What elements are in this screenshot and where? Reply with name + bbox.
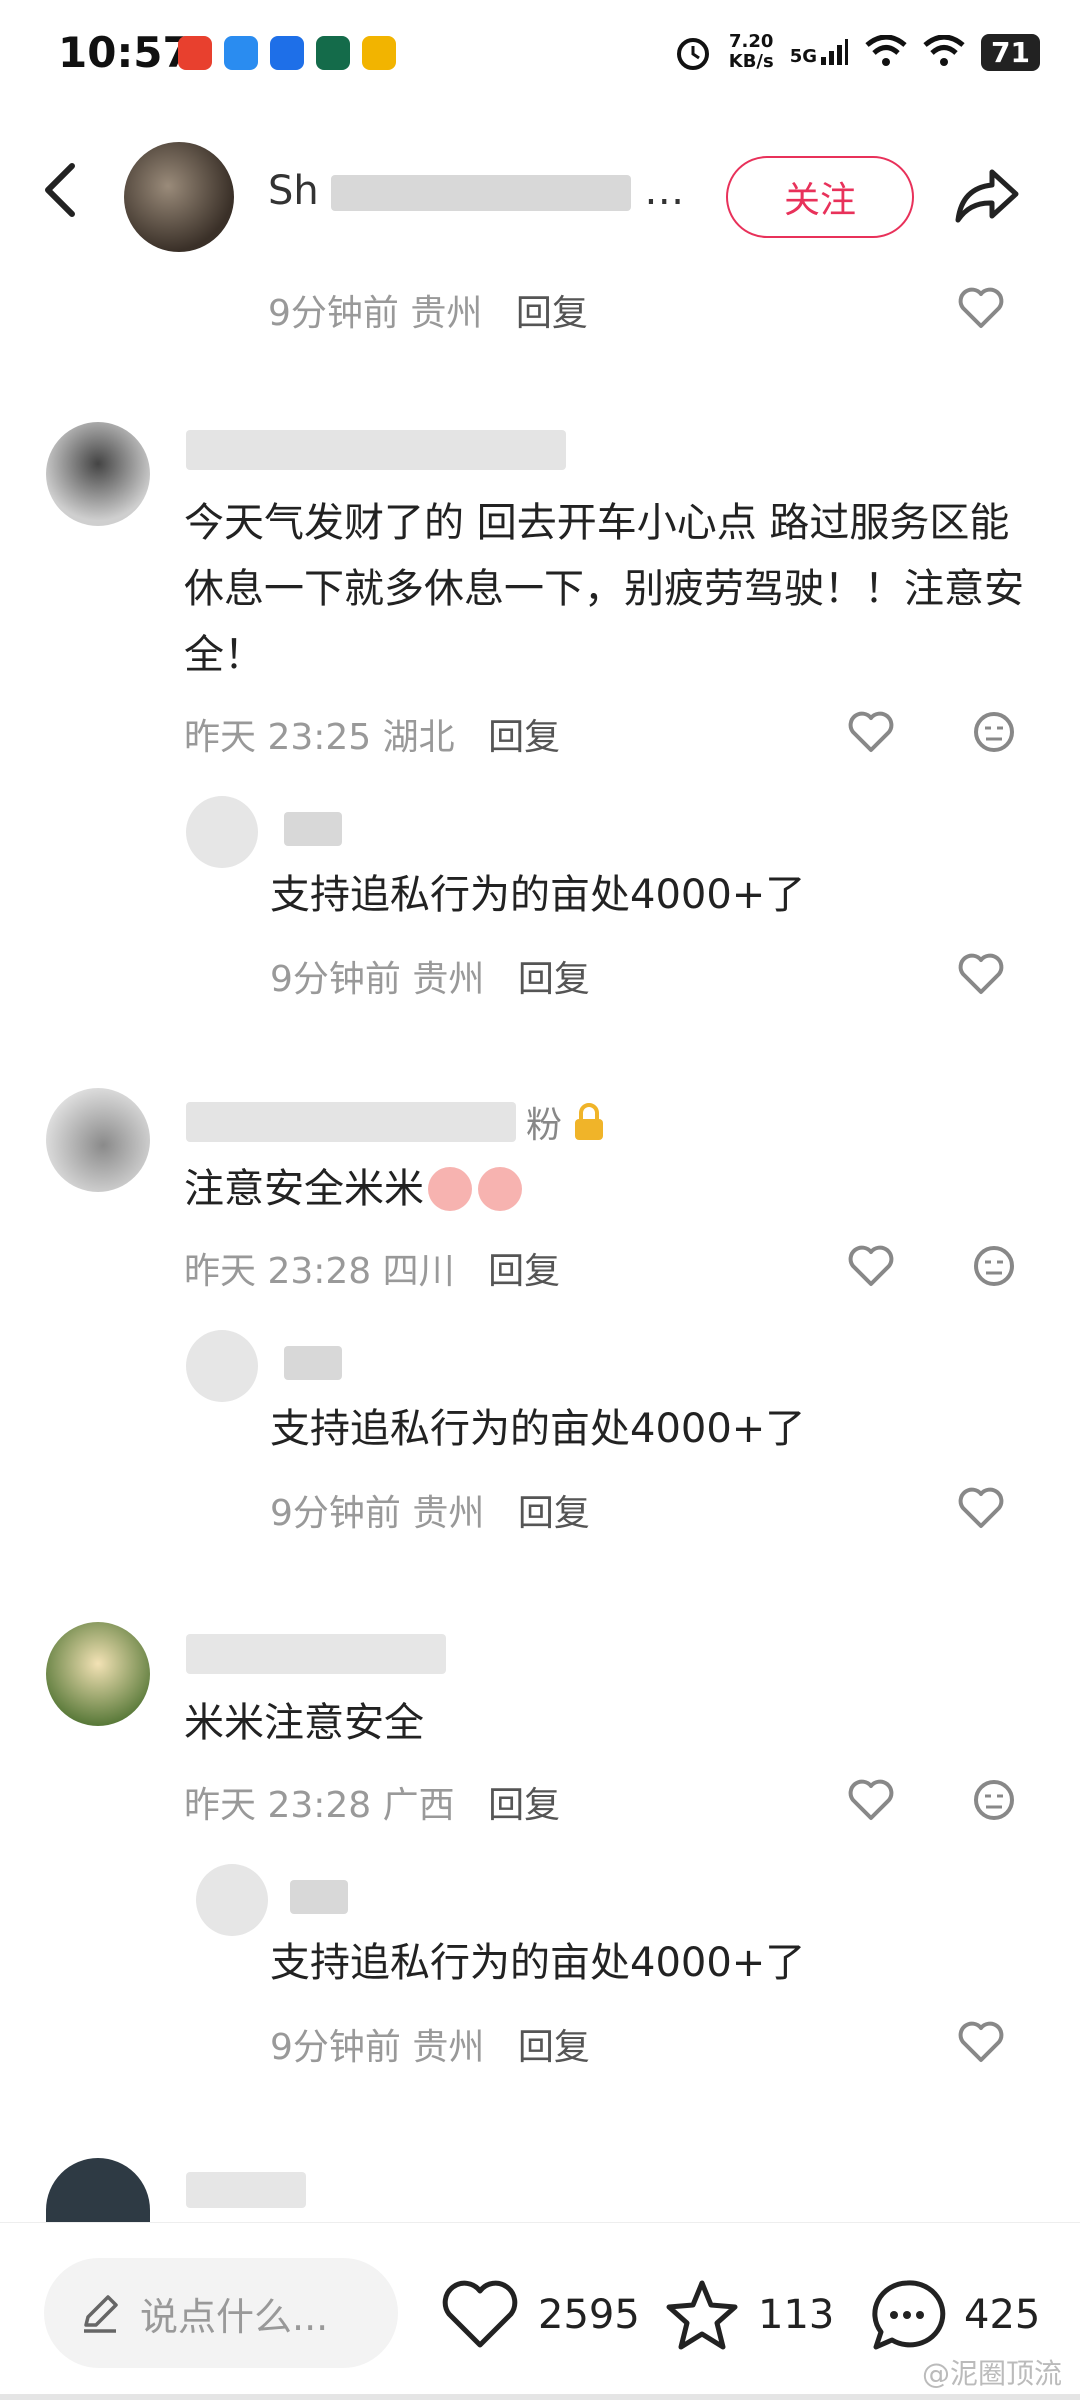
dislike-face-icon[interactable] (972, 1778, 1016, 1822)
like-heart-icon[interactable] (848, 1778, 894, 1822)
battery-indicator: 71 (981, 33, 1040, 71)
pencil-icon (84, 2295, 118, 2333)
comment-meta: 昨天 23:25 湖北 回复 (184, 717, 561, 758)
reply-button[interactable]: 回复 (518, 959, 590, 1000)
comment-input-placeholder: 说点什么... (140, 2294, 329, 2339)
comment-text: 注意安全米米 (184, 1156, 522, 1222)
signal-label: 5G (789, 46, 818, 67)
app-notification-icon-4 (362, 36, 396, 70)
like-count: 2595 (538, 2292, 640, 2338)
reply-avatar[interactable] (186, 796, 258, 868)
emoji-sticker-icon (428, 1167, 472, 1211)
favorite-button[interactable]: 113 (664, 2270, 834, 2360)
dislike-face-icon[interactable] (972, 710, 1016, 754)
follow-button[interactable]: 关注 (726, 156, 914, 238)
like-heart-icon[interactable] (958, 2020, 1004, 2064)
commenter-username[interactable]: 粉 (186, 1096, 606, 1148)
comment-meta: 昨天 23:28 广西 回复 (184, 1785, 561, 1826)
app-notification-icon (224, 36, 258, 70)
share-icon[interactable] (952, 166, 1022, 226)
weibo-app-icon (178, 36, 212, 70)
reply-button[interactable]: 回复 (518, 2027, 590, 2068)
reply-avatar[interactable] (186, 1330, 258, 1402)
lock-badge-icon (575, 1103, 604, 1140)
reply-text: 支持追私行为的亩处4000+了 (270, 1940, 806, 1986)
commenter-avatar[interactable] (46, 2158, 150, 2222)
dislike-face-icon[interactable] (972, 1244, 1016, 1288)
wifi-icon (865, 35, 907, 66)
reply-username[interactable] (284, 812, 342, 846)
reply-meta: 9分钟前 贵州 回复 (270, 1493, 590, 1534)
alarm-icon (676, 38, 709, 70)
commenter-username[interactable] (186, 430, 566, 470)
commenter-username[interactable] (186, 2172, 306, 2208)
comment-input[interactable]: 说点什么... (44, 2258, 398, 2368)
comment-text: 米米注意安全 (184, 1700, 424, 1746)
comment-meta: 昨天 23:28 四川 回复 (184, 1251, 561, 1292)
commenter-avatar[interactable] (46, 1622, 150, 1726)
emoji-sticker-icon (478, 1167, 522, 1211)
reply-username[interactable] (290, 1880, 348, 1914)
status-right: 7.20 KB/s 5G 71 (673, 32, 1040, 72)
status-time: 10:57 (58, 28, 192, 77)
status-bar: 10:57 7.20 KB/s 5G 71 (0, 0, 1080, 112)
reply-button[interactable]: 回复 (488, 1785, 560, 1826)
wifi-icon-2 (923, 35, 965, 66)
watermark: @泥圈顶流 (921, 2357, 1062, 2390)
reply-meta: 9分钟前 贵州 回复 (270, 959, 590, 1000)
like-heart-icon[interactable] (958, 286, 1004, 330)
like-button[interactable]: 2595 (440, 2270, 640, 2360)
chat-bubble-icon (872, 2280, 946, 2350)
commenter-username[interactable] (186, 1634, 446, 1674)
home-indicator (0, 2394, 1080, 2400)
favorite-count: 113 (758, 2292, 835, 2338)
reply-button[interactable]: 回复 (488, 717, 560, 758)
author-name[interactable]: Sh … (268, 168, 688, 214)
app-notification-icon-2 (270, 36, 304, 70)
like-heart-icon[interactable] (958, 1486, 1004, 1530)
like-heart-icon[interactable] (848, 1244, 894, 1288)
like-heart-icon[interactable] (958, 952, 1004, 996)
reply-avatar[interactable] (196, 1864, 268, 1936)
reply-button[interactable]: 回复 (516, 293, 588, 334)
reply-text: 支持追私行为的亩处4000+了 (270, 872, 806, 918)
signal-icon (821, 39, 849, 65)
network-speed: 7.20 KB/s (728, 31, 774, 72)
reply-button[interactable]: 回复 (518, 1493, 590, 1534)
comment-count-button[interactable]: 425 (868, 2270, 1040, 2360)
app-notification-icon-3 (316, 36, 350, 70)
commenter-avatar[interactable] (46, 422, 150, 526)
author-avatar[interactable] (124, 142, 234, 252)
comment-text: 今天气发财了的 回去开车小心点 路过服务区能休息一下就多休息一下，别疲劳驾驶！！… (184, 500, 1024, 678)
reply-meta: 9分钟前 贵州 回复 (268, 293, 588, 334)
like-heart-icon[interactable] (848, 710, 894, 754)
comment-count: 425 (964, 2292, 1041, 2338)
reply-text: 支持追私行为的亩处4000+了 (270, 1406, 806, 1452)
reply-button[interactable]: 回复 (488, 1251, 560, 1292)
heart-icon (442, 2280, 518, 2348)
back-arrow-icon[interactable] (40, 160, 80, 220)
reply-username[interactable] (284, 1346, 342, 1380)
star-icon (666, 2280, 738, 2350)
reply-meta: 9分钟前 贵州 回复 (270, 2027, 590, 2068)
commenter-avatar[interactable] (46, 1088, 150, 1192)
